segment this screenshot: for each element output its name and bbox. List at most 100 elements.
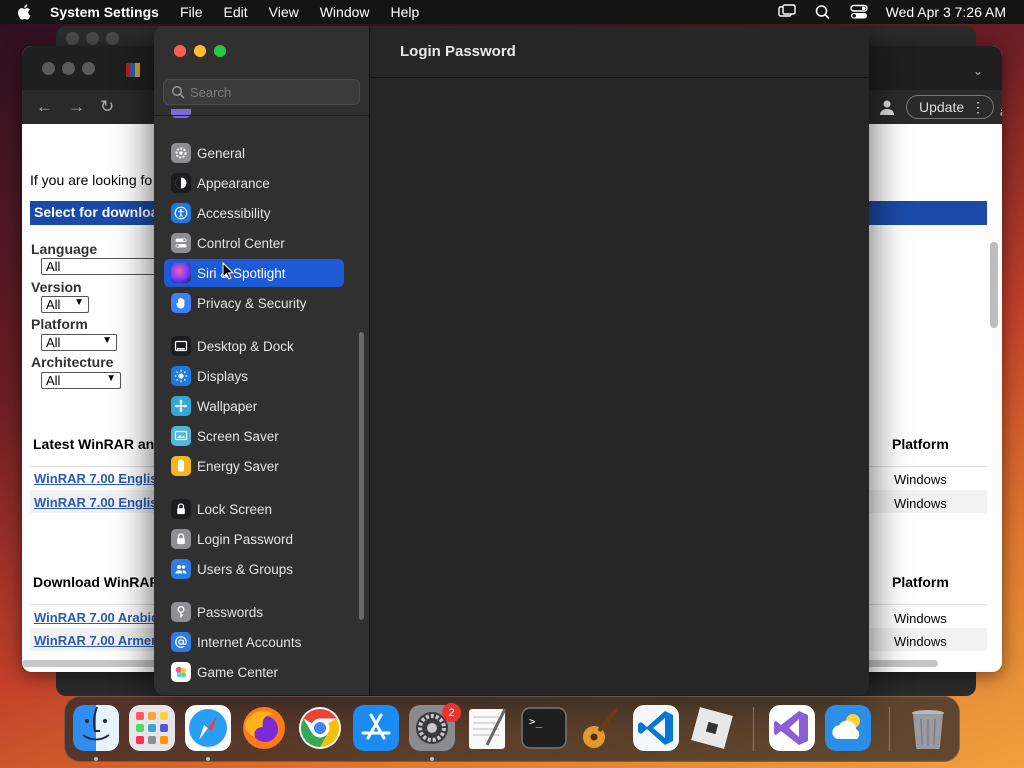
window-close-button[interactable] — [66, 32, 79, 45]
roblox-icon — [691, 707, 733, 749]
sidebar-item-game-center[interactable]: Game Center — [164, 658, 344, 686]
minimize-window-button[interactable] — [194, 45, 206, 57]
browser-minimize-button[interactable] — [62, 62, 75, 75]
browser-close-button[interactable] — [42, 62, 55, 75]
garageband-icon — [583, 707, 619, 748]
sidebar-item-passwords[interactable]: Passwords — [164, 598, 344, 626]
sidebar-item-label: Control Center — [197, 235, 285, 251]
dock-safari[interactable] — [185, 705, 231, 751]
dock-roblox[interactable] — [689, 705, 735, 751]
menu-window[interactable]: Window — [320, 4, 370, 20]
sidebar-item-appearance[interactable]: Appearance — [164, 169, 344, 197]
download-section-heading: Download WinRAR — [33, 574, 160, 590]
menu-view[interactable]: View — [269, 4, 299, 20]
sidebar-item-label: Users & Groups — [197, 561, 294, 577]
settings-search[interactable] — [163, 79, 360, 105]
update-label: Update — [919, 99, 965, 115]
sidebar-item-control-center[interactable]: Control Center — [164, 229, 344, 257]
dock-launchpad[interactable] — [129, 705, 175, 751]
launchpad-icon — [129, 705, 175, 751]
sidebar-item-lock-screen[interactable]: Lock Screen — [164, 495, 344, 523]
menu-clock[interactable]: Wed Apr 3 7:26 AM — [886, 4, 1006, 20]
architecture-select[interactable]: All ▼ — [41, 372, 121, 389]
sidebar-item-displays[interactable]: Displays — [164, 362, 344, 390]
sidebar-item-privacy-security[interactable]: Privacy & Security — [164, 289, 344, 317]
window-minimize-button[interactable] — [86, 32, 99, 45]
sidebar-item-general[interactable]: General — [164, 139, 344, 167]
dock-visual-studio[interactable] — [769, 705, 815, 751]
sidebar-item-label: Displays — [197, 368, 249, 384]
apple-icon[interactable] — [16, 3, 34, 21]
reload-icon[interactable]: ↻ — [100, 97, 114, 117]
search-input[interactable] — [190, 82, 350, 102]
sidebar-item-siri-spotlight[interactable]: Siri & Spotlight — [164, 259, 344, 287]
settings-sidebar: General Appearance Accessibility Control… — [154, 26, 369, 695]
tab-list-chevron-icon[interactable]: ⌄ — [973, 64, 983, 78]
latest-section-heading: Latest WinRAR and — [33, 436, 163, 452]
sidebar-scrollbar[interactable] — [359, 332, 364, 620]
sidebar-item-energy-saver[interactable]: Energy Saver — [164, 452, 344, 480]
wallpaper-icon — [171, 396, 191, 416]
dock-finder[interactable] — [73, 705, 119, 751]
sidebar-item-internet-accounts[interactable]: Internet Accounts — [164, 628, 344, 656]
download-link[interactable]: WinRAR 7.00 Armen — [34, 633, 159, 648]
screen-mirroring-icon[interactable] — [777, 4, 796, 20]
textedit-icon — [469, 708, 507, 749]
sidebar-item-desktop-dock[interactable]: Desktop & Dock — [164, 332, 344, 360]
siri-icon — [171, 263, 191, 283]
window-zoom-button[interactable] — [106, 32, 119, 45]
sidebar-item-label: Lock Screen — [197, 501, 273, 517]
browser-zoom-button[interactable] — [82, 62, 95, 75]
close-window-button[interactable] — [174, 45, 186, 57]
platform-cell: Windows — [894, 611, 947, 626]
dock-firefox[interactable] — [241, 705, 287, 751]
sidebar-item-accessibility[interactable]: Accessibility — [164, 199, 344, 227]
dock-trash[interactable] — [905, 705, 951, 751]
accessibility-icon — [171, 203, 191, 223]
dock-textedit[interactable] — [465, 705, 511, 751]
more-menu-icon[interactable]: ⋮ — [971, 99, 985, 116]
platform-cell: Windows — [894, 496, 947, 511]
dock-chrome[interactable] — [297, 705, 343, 751]
sidebar-item-label: Accessibility — [197, 205, 271, 221]
download-link[interactable]: WinRAR 7.00 Englis — [34, 495, 157, 510]
sidebar-item-users-groups[interactable]: Users & Groups — [164, 555, 344, 583]
dock-garageband[interactable] — [577, 705, 623, 751]
download-link[interactable]: WinRAR 7.00 Arabic — [34, 610, 158, 625]
back-arrow-icon[interactable]: ← — [36, 97, 53, 117]
winrar-favicon-icon[interactable] — [126, 63, 140, 77]
platform-cell: Windows — [894, 472, 947, 487]
version-select[interactable]: All ▼ — [41, 296, 89, 313]
key-icon — [171, 602, 191, 622]
sidebar-item-login-password[interactable]: Login Password — [164, 525, 344, 553]
menu-file[interactable]: File — [180, 4, 203, 20]
menu-help[interactable]: Help — [391, 4, 420, 20]
dock-terminal[interactable]: >_ — [521, 705, 567, 751]
cut-off-text: al — [1000, 104, 1002, 119]
weather-icon — [825, 705, 871, 751]
zoom-window-button[interactable] — [214, 45, 226, 57]
browser-update-button[interactable]: Update ⋮ — [906, 95, 994, 119]
download-link[interactable]: WinRAR 7.00 Englis — [34, 471, 157, 486]
menu-app-name[interactable]: System Settings — [50, 4, 159, 20]
control-center-icon[interactable] — [849, 4, 868, 20]
sidebar-item-wallpaper[interactable]: Wallpaper — [164, 392, 344, 420]
dock-app-store[interactable] — [353, 705, 399, 751]
at-icon — [171, 632, 191, 652]
dock-weather[interactable] — [825, 705, 871, 751]
forward-arrow-icon[interactable]: → — [68, 97, 85, 117]
sidebar-item-label: General — [197, 145, 246, 161]
page-title: Login Password — [400, 43, 516, 60]
menu-edit[interactable]: Edit — [224, 4, 248, 20]
profile-icon[interactable] — [878, 98, 896, 116]
menu-bar: System Settings File Edit View Window He… — [0, 0, 1024, 24]
screen-saver-icon — [171, 426, 191, 446]
spotlight-search-icon[interactable] — [814, 4, 832, 20]
visual-studio-icon — [769, 705, 815, 751]
platform-select[interactable]: All ▼ — [41, 334, 117, 351]
chevron-down-icon: ▼ — [106, 373, 116, 384]
latest-platform-heading: Platform — [892, 436, 949, 452]
page-vertical-scrollbar[interactable] — [990, 242, 998, 328]
sidebar-item-screen-saver[interactable]: Screen Saver — [164, 422, 344, 450]
dock-vscode[interactable] — [633, 705, 679, 751]
